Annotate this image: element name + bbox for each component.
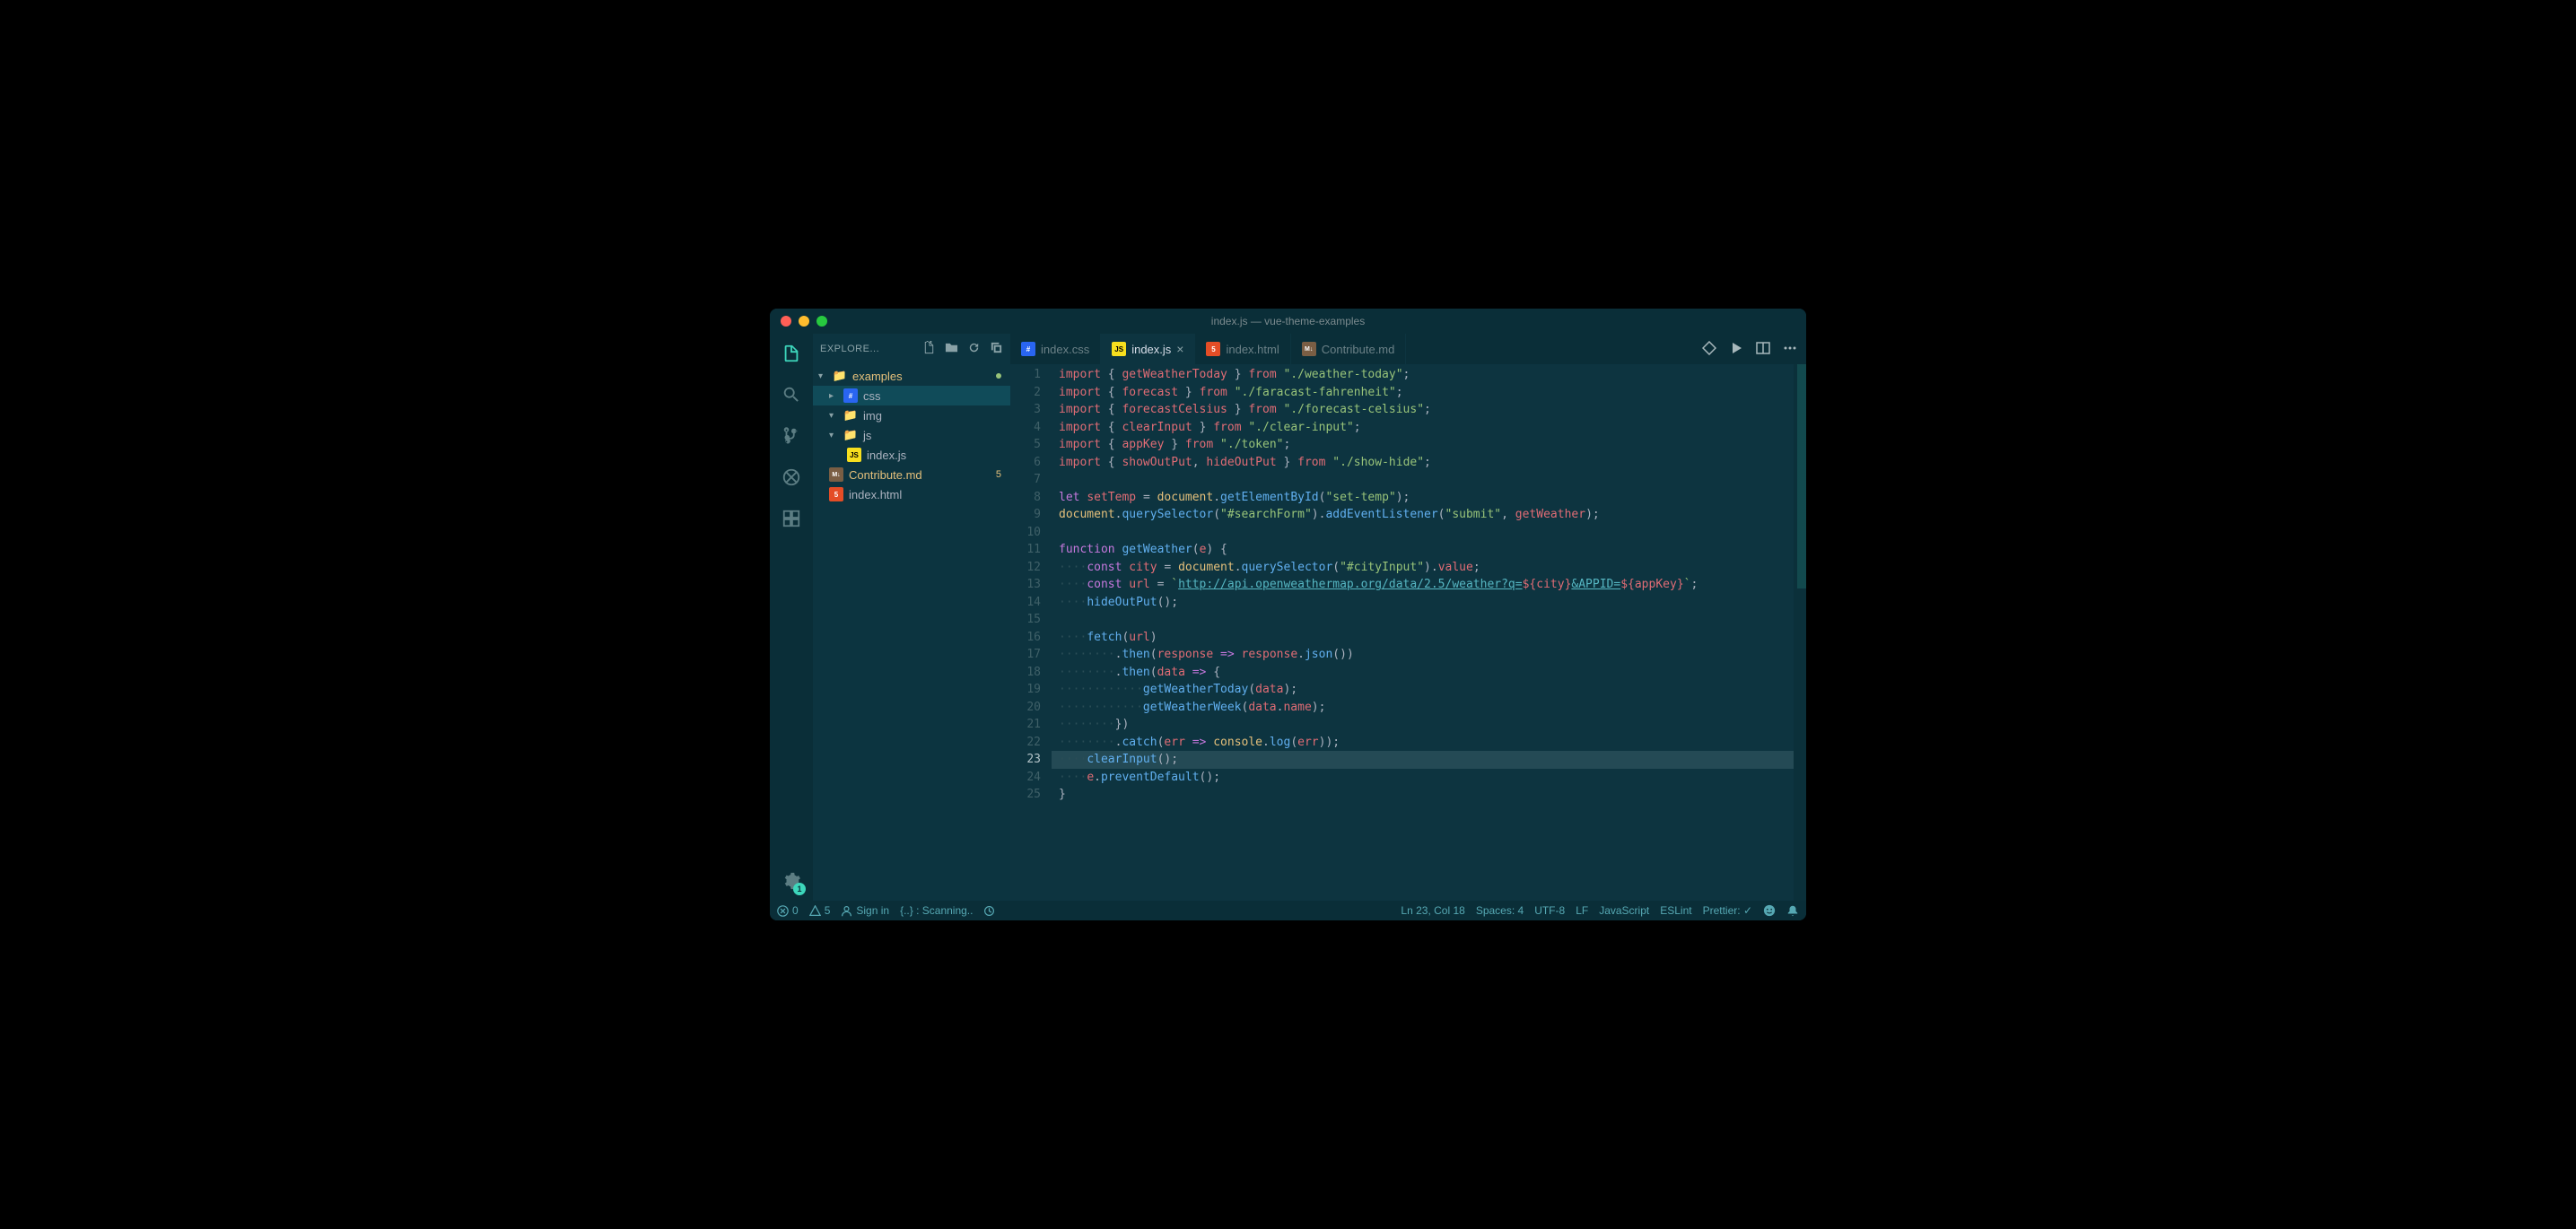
run-icon[interactable] bbox=[1729, 341, 1743, 358]
zoom-window[interactable] bbox=[816, 316, 827, 327]
refresh-icon[interactable] bbox=[967, 341, 981, 357]
tree-folder-js[interactable]: ▾📁 js bbox=[813, 425, 1010, 445]
sidebar-header: EXPLORE... bbox=[813, 334, 1010, 364]
sidebar-title: EXPLORE... bbox=[820, 344, 879, 354]
tree-file-indexjs[interactable]: JS index.js bbox=[813, 445, 1010, 465]
tree-folder-img[interactable]: ▾📁 img bbox=[813, 405, 1010, 425]
git-modified-dot bbox=[996, 373, 1001, 379]
tree-folder-examples[interactable]: ▾📁 examples bbox=[813, 366, 1010, 386]
tree-file-indexhtml[interactable]: 5 index.html bbox=[813, 484, 1010, 504]
window-title: index.js — vue-theme-examples bbox=[1211, 315, 1365, 327]
js-icon: JS bbox=[1112, 342, 1126, 356]
status-clock-icon[interactable] bbox=[983, 905, 995, 917]
md-icon: M↓ bbox=[1302, 342, 1316, 356]
git-badge: 5 bbox=[996, 469, 1001, 480]
status-signin[interactable]: Sign in bbox=[841, 904, 889, 917]
minimize-window[interactable] bbox=[799, 316, 809, 327]
tab-bar: # index.css JS index.js × 5 index.html M… bbox=[1010, 334, 1806, 364]
status-errors[interactable]: 0 bbox=[777, 904, 799, 917]
status-warnings[interactable]: 5 bbox=[809, 904, 831, 917]
explorer-icon[interactable] bbox=[779, 341, 804, 366]
css-icon: # bbox=[1021, 342, 1035, 356]
activity-bar: 1 bbox=[770, 334, 813, 901]
tree-label: examples bbox=[852, 370, 903, 383]
close-tab-icon[interactable]: × bbox=[1176, 342, 1183, 356]
new-file-icon[interactable] bbox=[922, 341, 936, 357]
titlebar: index.js — vue-theme-examples bbox=[770, 309, 1806, 334]
more-icon[interactable] bbox=[1783, 341, 1797, 358]
collapse-all-icon[interactable] bbox=[990, 341, 1003, 357]
tree-folder-css[interactable]: ▸# css bbox=[813, 386, 1010, 405]
line-gutter: 1234567891011121314151617181920212223242… bbox=[1010, 366, 1052, 804]
code-lines: import { getWeatherToday } from "./weath… bbox=[1052, 366, 1806, 804]
source-control-icon[interactable] bbox=[779, 423, 804, 449]
status-scanning[interactable]: {..} : Scanning.. bbox=[900, 904, 973, 917]
tree-label: js bbox=[863, 429, 871, 442]
explorer-sidebar: EXPLORE... ▾📁 examples ▸# css bbox=[813, 334, 1010, 901]
tab-index-js[interactable]: JS index.js × bbox=[1101, 334, 1195, 364]
editor-area: # index.css JS index.js × 5 index.html M… bbox=[1010, 334, 1806, 901]
settings-badge: 1 bbox=[793, 883, 806, 895]
tree-label: img bbox=[863, 409, 882, 423]
new-folder-icon[interactable] bbox=[945, 341, 958, 357]
split-editor-icon[interactable] bbox=[1756, 341, 1770, 358]
status-eol[interactable]: LF bbox=[1576, 904, 1588, 917]
tab-contribute-md[interactable]: M↓ Contribute.md bbox=[1291, 334, 1407, 364]
tab-index-css[interactable]: # index.css bbox=[1010, 334, 1101, 364]
status-encoding[interactable]: UTF-8 bbox=[1534, 904, 1565, 917]
tree-file-contribute[interactable]: M↓ Contribute.md 5 bbox=[813, 465, 1010, 484]
tree-label: Contribute.md bbox=[849, 468, 922, 482]
status-eslint[interactable]: ESLint bbox=[1660, 904, 1691, 917]
html-icon: 5 bbox=[1206, 342, 1220, 356]
compare-icon[interactable] bbox=[1702, 341, 1716, 358]
status-feedback-icon[interactable] bbox=[1763, 904, 1776, 917]
tab-label: index.html bbox=[1226, 343, 1279, 356]
code-editor[interactable]: 1234567891011121314151617181920212223242… bbox=[1010, 364, 1806, 901]
vscode-window: index.js — vue-theme-examples 1 bbox=[770, 309, 1806, 920]
debug-icon[interactable] bbox=[779, 465, 804, 490]
minimap[interactable] bbox=[1794, 364, 1806, 901]
file-tree: ▾📁 examples ▸# css ▾📁 img ▾📁 js JS bbox=[813, 364, 1010, 504]
status-lang[interactable]: JavaScript bbox=[1599, 904, 1649, 917]
traffic-lights bbox=[781, 316, 827, 327]
status-spaces[interactable]: Spaces: 4 bbox=[1476, 904, 1524, 917]
search-icon[interactable] bbox=[779, 382, 804, 407]
tab-label: Contribute.md bbox=[1322, 343, 1395, 356]
tree-label: css bbox=[863, 389, 881, 403]
status-lncol[interactable]: Ln 23, Col 18 bbox=[1401, 904, 1464, 917]
tab-label: index.css bbox=[1041, 343, 1089, 356]
status-bell-icon[interactable] bbox=[1786, 904, 1799, 917]
close-window[interactable] bbox=[781, 316, 791, 327]
tab-index-html[interactable]: 5 index.html bbox=[1195, 334, 1290, 364]
settings-icon[interactable]: 1 bbox=[779, 868, 804, 893]
extensions-icon[interactable] bbox=[779, 506, 804, 531]
tree-label: index.js bbox=[867, 449, 906, 462]
status-prettier[interactable]: Prettier: ✓ bbox=[1703, 904, 1752, 917]
tab-label: index.js bbox=[1131, 343, 1171, 356]
status-bar: 0 5 Sign in {..} : Scanning.. Ln 23, Col… bbox=[770, 901, 1806, 920]
tree-label: index.html bbox=[849, 488, 902, 501]
